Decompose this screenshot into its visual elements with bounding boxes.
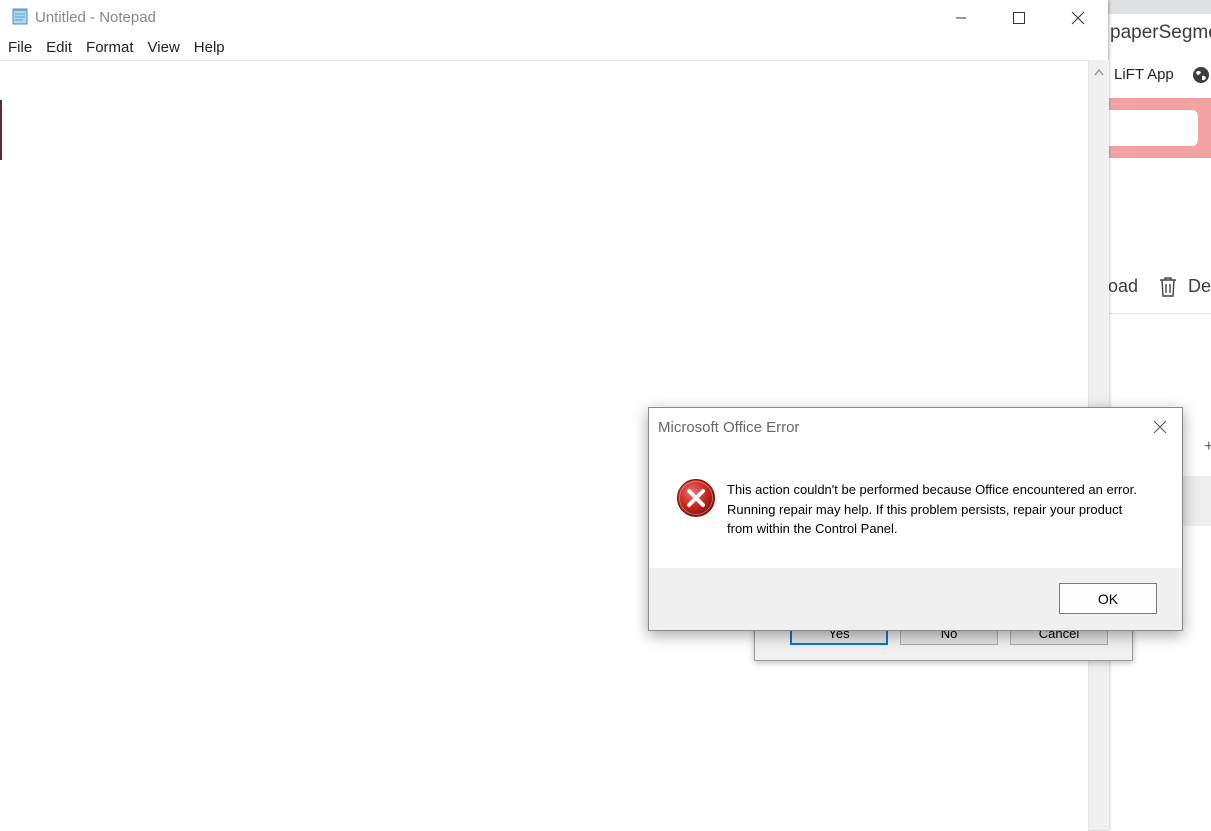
menu-file[interactable]: File (0, 36, 39, 60)
alert-banner (1108, 98, 1211, 158)
menu-edit[interactable]: Edit (39, 36, 79, 60)
menu-help[interactable]: Help (187, 36, 232, 60)
maximize-icon (1013, 12, 1025, 24)
ok-button[interactable]: OK (1059, 583, 1157, 614)
browser-tab-title[interactable]: paperSegmen (1110, 22, 1211, 44)
window-edge-accent (0, 100, 2, 160)
download-button-label[interactable]: oad (1108, 276, 1138, 297)
banner-input[interactable] (1108, 110, 1198, 146)
close-icon (1071, 11, 1085, 25)
bookmark-lift-app[interactable]: LiFT App (1114, 66, 1174, 83)
menu-view[interactable]: View (141, 36, 187, 60)
title-bar[interactable]: Untitled - Notepad (0, 0, 1108, 36)
list-row (1180, 476, 1211, 526)
minimize-button[interactable] (938, 0, 984, 36)
globe-icon (1193, 67, 1209, 83)
menu-bar: File Edit Format View Help (0, 36, 1108, 60)
office-error-dialog: Microsoft Office Error This action could… (648, 407, 1183, 631)
minimize-icon (956, 17, 966, 19)
dialog-footer: OK (649, 568, 1182, 630)
close-button[interactable] (1055, 0, 1101, 36)
trash-icon (1160, 277, 1176, 297)
add-icon[interactable]: + (1204, 438, 1211, 456)
close-icon (1153, 420, 1167, 434)
error-icon (677, 479, 715, 517)
browser-tab-strip (1108, 0, 1211, 14)
notepad-icon (12, 8, 28, 25)
error-message: This action couldn't be performed becaus… (727, 482, 1137, 536)
dialog-close-button[interactable] (1147, 414, 1173, 440)
delete-button-label[interactable]: De (1188, 276, 1211, 297)
menu-format[interactable]: Format (79, 36, 141, 60)
window-title: Untitled - Notepad (35, 9, 156, 26)
toolbar-divider (1108, 313, 1211, 314)
dialog-title: Microsoft Office Error (658, 419, 800, 436)
chevron-up-icon[interactable] (1094, 68, 1104, 76)
maximize-button[interactable] (996, 0, 1042, 36)
